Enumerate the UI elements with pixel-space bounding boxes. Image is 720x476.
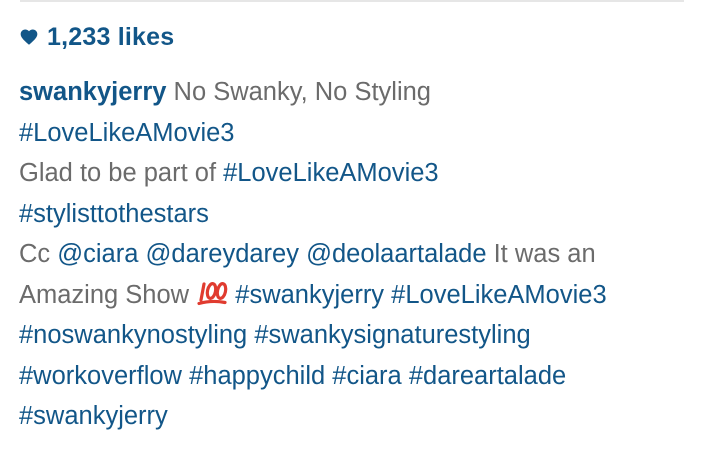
caption-text: It was an <box>486 240 596 268</box>
hashtag-link[interactable]: #dareartalade <box>409 362 566 390</box>
hashtag-link[interactable]: #LoveLikeAMovie3 <box>223 159 438 187</box>
caption-line-1: swankyjerry No Swanky, No Styling <box>19 72 699 113</box>
mention-link[interactable]: @dareydarey <box>146 240 299 268</box>
hashtag-link[interactable]: #swankysignaturestyling <box>254 321 530 349</box>
caption-text: Cc <box>19 240 58 268</box>
top-divider <box>20 0 684 2</box>
hashtag-link[interactable]: #ciara <box>332 362 401 390</box>
hashtag-link[interactable]: #workoverflow <box>19 362 182 390</box>
mention-link[interactable]: @deolaartalade <box>306 240 486 268</box>
hashtag-link[interactable]: #stylisttothestars <box>19 200 209 228</box>
hashtag-link[interactable]: #LoveLikeAMovie3 <box>391 281 606 309</box>
caption-line-2: #LoveLikeAMovie3 <box>19 113 699 154</box>
likes-row[interactable]: 1,233 likes <box>19 20 174 54</box>
hundred-points-emoji-icon <box>196 280 228 306</box>
caption-text: Amazing Show <box>19 280 197 309</box>
hashtag-link[interactable]: #noswankynostyling <box>19 321 247 349</box>
caption-text: No Swanky, No Styling <box>166 78 431 106</box>
caption-line-8: #workoverflow #happychild #ciara #darear… <box>19 356 699 397</box>
post-caption: swankyjerry No Swanky, No Styling #LoveL… <box>19 72 699 437</box>
caption-line-4: #stylisttothestars <box>19 194 699 235</box>
hashtag-link[interactable]: #happychild <box>189 362 325 390</box>
hashtag-link[interactable]: #LoveLikeAMovie3 <box>19 119 234 147</box>
caption-line-5: Cc @ciara @dareydarey @deolaartalade It … <box>19 234 699 275</box>
likes-count[interactable]: 1,233 likes <box>47 23 174 52</box>
hashtag-link[interactable]: #swankyjerry <box>19 402 168 430</box>
caption-line-7: #noswankynostyling #swankysignaturestyli… <box>19 315 699 356</box>
caption-username[interactable]: swankyjerry <box>19 78 166 106</box>
caption-line-9: #swankyjerry <box>19 396 699 437</box>
heart-icon <box>19 27 39 47</box>
hashtag-link[interactable]: #swankyjerry <box>235 281 384 309</box>
caption-text: Glad to be part of <box>19 159 224 187</box>
mention-link[interactable]: @ciara <box>57 240 138 268</box>
caption-line-6: Amazing Show #swankyjerry #LoveLikeAMovi… <box>19 275 699 316</box>
caption-line-3: Glad to be part of #LoveLikeAMovie3 <box>19 153 699 194</box>
